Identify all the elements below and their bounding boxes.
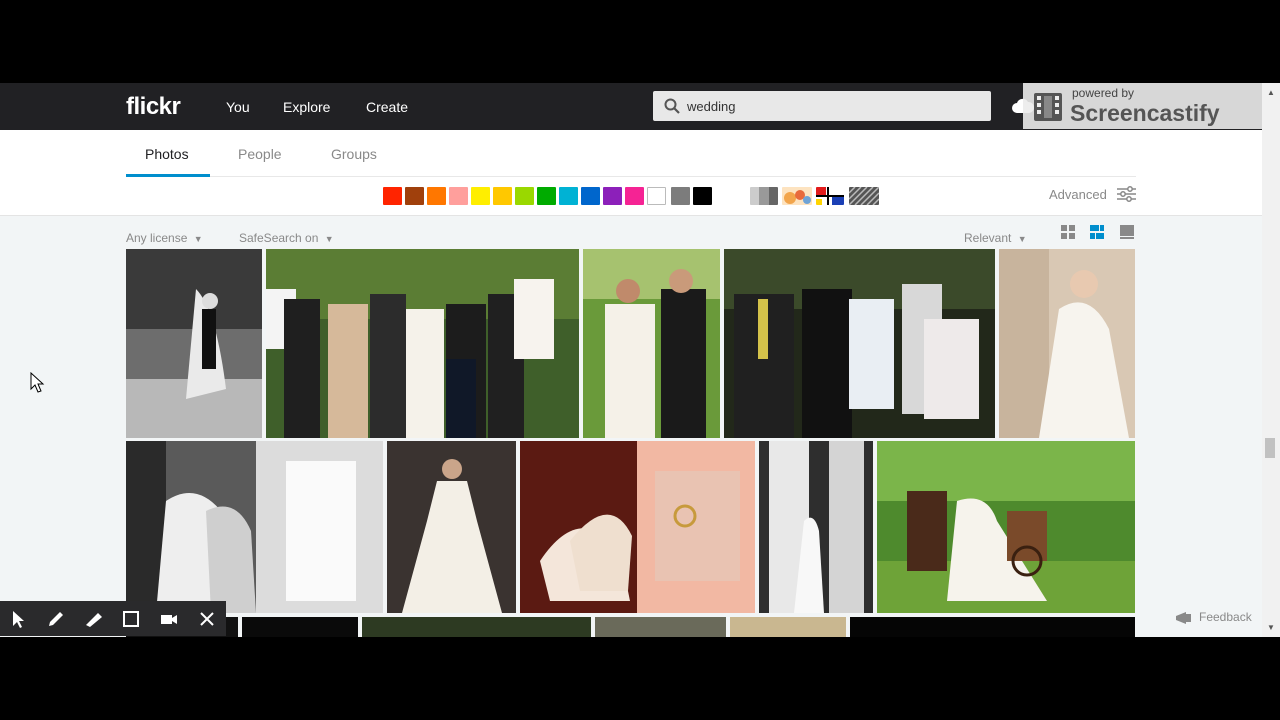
mouse-cursor-icon xyxy=(30,372,45,393)
tab-people[interactable]: People xyxy=(238,146,282,162)
sort-label: Relevant xyxy=(964,231,1012,245)
color-swatch-red[interactable] xyxy=(383,187,402,205)
color-swatch-yellow[interactable] xyxy=(471,187,490,205)
photo-thumbnail[interactable] xyxy=(595,617,726,637)
black-and-white-filter-icon[interactable] xyxy=(750,187,778,205)
sliders-icon[interactable] xyxy=(1117,186,1136,202)
rectangle-icon[interactable] xyxy=(121,609,141,629)
color-swatch-black[interactable] xyxy=(693,187,712,205)
photo-thumbnail[interactable] xyxy=(850,617,1135,637)
license-label: Any license xyxy=(126,231,188,245)
search-icon[interactable] xyxy=(664,98,680,114)
photo-thumbnail[interactable] xyxy=(266,249,579,438)
flickr-header: flickr You Explore Create powered by Scr… xyxy=(0,83,1262,153)
photo-thumbnail[interactable] xyxy=(242,617,358,637)
search-box[interactable] xyxy=(653,91,991,121)
color-swatch-brown[interactable] xyxy=(405,187,424,205)
safesearch-dropdown[interactable]: SafeSearch on ▼ xyxy=(239,231,334,245)
search-subnav: Photos People Groups Advanced xyxy=(0,130,1262,216)
feedback-icon[interactable] xyxy=(1174,610,1194,626)
pointer-icon[interactable] xyxy=(8,609,28,629)
flickr-logo[interactable]: flickr xyxy=(126,93,181,121)
chevron-down-icon: ▼ xyxy=(1017,234,1027,244)
chevron-down-icon: ▼ xyxy=(324,234,334,244)
color-swatch-pink[interactable] xyxy=(449,187,468,205)
sort-dropdown[interactable]: Relevant ▼ xyxy=(964,231,1027,245)
photo-thumbnail[interactable] xyxy=(730,617,846,637)
camera-icon[interactable] xyxy=(159,609,179,629)
photo-thumbnail[interactable] xyxy=(877,441,1135,613)
feedback-link[interactable]: Feedback xyxy=(1199,610,1252,624)
photo-thumbnail[interactable] xyxy=(999,249,1135,438)
photo-thumbnail[interactable] xyxy=(126,249,262,438)
photo-thumbnail[interactable] xyxy=(126,441,383,613)
tab-groups[interactable]: Groups xyxy=(331,146,377,162)
tab-photos[interactable]: Photos xyxy=(145,146,189,162)
screencastify-watermark: powered by Screencastify Lite xyxy=(1023,83,1262,153)
color-swatch-blue[interactable] xyxy=(581,187,600,205)
color-swatch-green[interactable] xyxy=(537,187,556,205)
color-swatch-gray[interactable] xyxy=(671,187,690,205)
patterns-filter-icon[interactable] xyxy=(849,187,879,205)
color-swatch-cyan[interactable] xyxy=(559,187,578,205)
annotation-toolbar xyxy=(0,601,226,636)
nav-explore[interactable]: Explore xyxy=(283,99,330,115)
grid-justified-icon[interactable] xyxy=(1089,224,1105,240)
color-swatch-magenta[interactable] xyxy=(625,187,644,205)
nav-create[interactable]: Create xyxy=(366,99,408,115)
photo-thumbnail[interactable] xyxy=(387,441,516,613)
color-swatch-lime[interactable] xyxy=(515,187,534,205)
color-swatch-gold[interactable] xyxy=(493,187,512,205)
close-icon[interactable] xyxy=(197,609,217,629)
grid-small-icon[interactable] xyxy=(1060,224,1076,240)
license-dropdown[interactable]: Any license ▼ xyxy=(126,231,203,245)
browser-viewport: flickr You Explore Create powered by Scr… xyxy=(0,83,1280,637)
photo-thumbnail[interactable] xyxy=(724,249,995,438)
photo-thumbnail[interactable] xyxy=(520,441,755,613)
color-swatch-orange[interactable] xyxy=(427,187,446,205)
active-tab-indicator xyxy=(126,174,210,177)
tabs-divider xyxy=(126,176,1136,177)
scrollbar[interactable] xyxy=(1262,83,1280,637)
powered-by-label: powered by xyxy=(1072,86,1135,100)
photo-thumbnail[interactable] xyxy=(362,617,591,637)
shallow-depth-filter-icon[interactable] xyxy=(782,187,812,205)
film-strip-icon xyxy=(1034,93,1062,121)
photo-thumbnail[interactable] xyxy=(583,249,720,438)
scroll-down-arrow[interactable]: ▼ xyxy=(1265,623,1277,633)
scrollbar-thumb[interactable] xyxy=(1265,438,1275,458)
safesearch-label: SafeSearch on xyxy=(239,231,319,245)
scroll-up-arrow[interactable]: ▲ xyxy=(1265,88,1277,98)
pen-icon[interactable] xyxy=(46,609,66,629)
color-swatch-purple[interactable] xyxy=(603,187,622,205)
photo-thumbnail[interactable] xyxy=(759,441,873,613)
advanced-search-link[interactable]: Advanced xyxy=(1049,187,1107,202)
highlighter-icon[interactable] xyxy=(84,609,104,629)
color-swatch-white[interactable] xyxy=(647,187,666,205)
chevron-down-icon: ▼ xyxy=(193,234,203,244)
search-input[interactable] xyxy=(687,91,977,121)
nav-you[interactable]: You xyxy=(226,99,250,115)
minimalist-filter-icon[interactable] xyxy=(816,187,844,205)
grid-large-icon[interactable] xyxy=(1119,224,1135,240)
